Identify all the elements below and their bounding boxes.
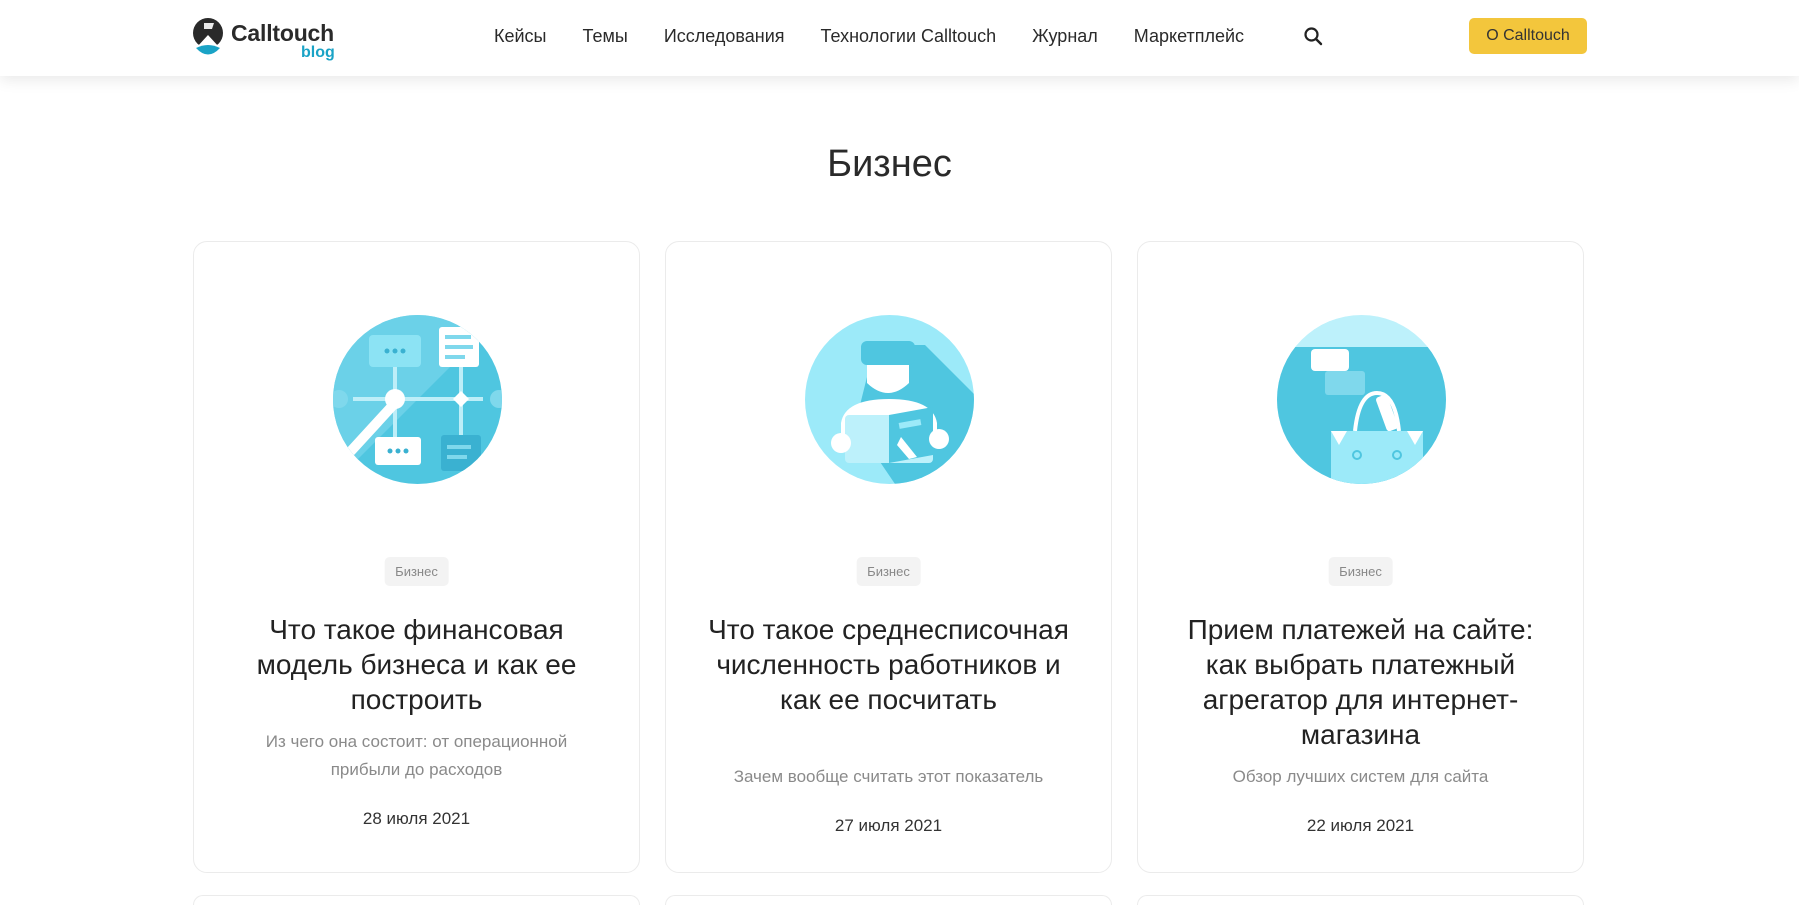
article-card[interactable]: Бизнес Прием платежей на сайте: как выбр… — [1137, 241, 1584, 873]
article-date: 28 июля 2021 — [362, 809, 471, 828]
search-button[interactable] — [1303, 26, 1323, 46]
article-card-partial[interactable] — [665, 895, 1112, 905]
article-card[interactable]: Бизнес Что такое финансовая модель бизне… — [193, 241, 640, 873]
nav-item-topics[interactable]: Темы — [583, 23, 628, 49]
article-title[interactable]: Прием платежей на сайте: как выбрать пла… — [1168, 612, 1553, 752]
article-subtitle: Зачем вообще считать этот показатель — [733, 767, 1044, 786]
shopping-bag-illustration — [1277, 315, 1446, 484]
nav-item-journal[interactable]: Журнал — [1032, 23, 1098, 49]
reading-person-illustration — [805, 315, 974, 484]
flowchart-illustration — [333, 315, 502, 484]
page-title: Бизнес — [827, 143, 952, 185]
article-subtitle: Из чего она состоит: от операционной при… — [265, 732, 568, 779]
nav-item-research[interactable]: Исследования — [664, 23, 785, 49]
search-icon — [1304, 27, 1323, 46]
nav-item-cases[interactable]: Кейсы — [494, 23, 547, 49]
nav-item-technologies[interactable]: Технологии Calltouch — [821, 23, 997, 49]
calltouch-blog-logo[interactable]: Calltouch blog — [192, 17, 352, 63]
article-title[interactable]: Что такое финансовая модель бизнеса и ка… — [224, 612, 609, 717]
calltouch-logo-icon — [193, 18, 223, 55]
category-tag[interactable]: Бизнес — [384, 557, 449, 586]
article-date: 22 июля 2021 — [1306, 816, 1415, 835]
site-header: Calltouch blog Кейсы Темы Исследования Т… — [0, 0, 1799, 76]
article-date: 27 июля 2021 — [834, 816, 943, 835]
category-tag[interactable]: Бизнес — [1328, 557, 1393, 586]
article-title[interactable]: Что такое среднесписочная численность ра… — [696, 612, 1081, 717]
category-tag[interactable]: Бизнес — [856, 557, 921, 586]
nav-item-marketplace[interactable]: Маркетплейс — [1134, 23, 1244, 49]
article-card-partial[interactable] — [193, 895, 640, 905]
article-card[interactable]: Бизнес Что такое среднесписочная численн… — [665, 241, 1112, 873]
logo-name: Calltouch — [231, 20, 334, 46]
article-subtitle: Обзор лучших систем для сайта — [1232, 767, 1489, 786]
article-card-partial[interactable] — [1137, 895, 1584, 905]
main-nav: Кейсы Темы Исследования Технологии Callt… — [494, 23, 1280, 49]
logo-sub: blog — [301, 44, 335, 61]
about-calltouch-button[interactable]: О Calltouch — [1469, 18, 1587, 54]
